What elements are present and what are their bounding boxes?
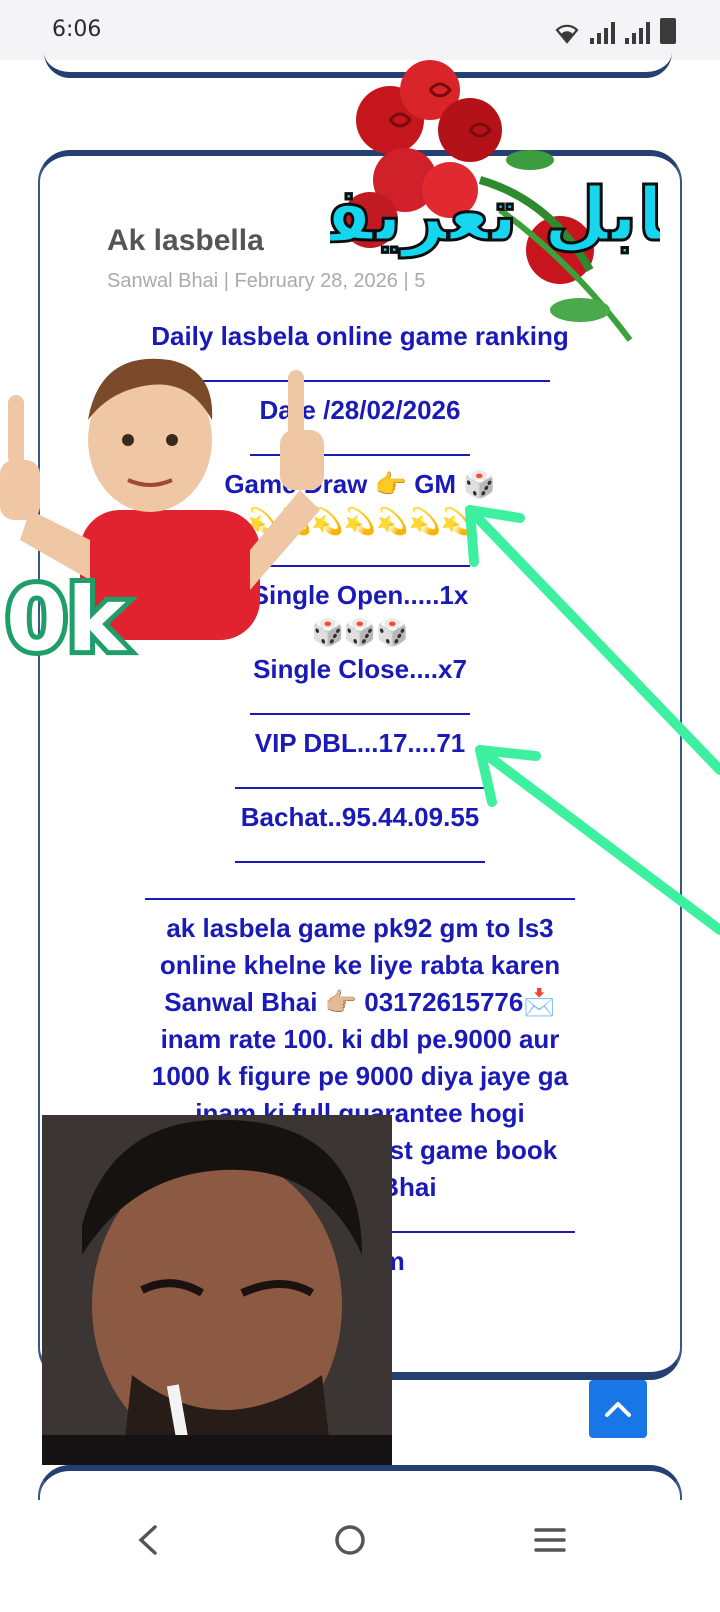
menu-button[interactable]: [520, 1510, 580, 1570]
man-sticker: [42, 1115, 392, 1465]
back-button[interactable]: [118, 1510, 178, 1570]
back-icon: [138, 1525, 157, 1555]
roses-image: قابل تعریف: [285, 60, 715, 342]
home-icon: [335, 1525, 365, 1555]
chevron-up-icon: [605, 1402, 631, 1417]
menu-icon: [534, 1528, 566, 1552]
post-line: inam rate 100. ki dbl pe.9000 aur: [160, 1024, 560, 1054]
roses-sticker: قابل تعریف: [285, 40, 715, 370]
post-line: 1000 k figure pe 9000 diya jaye ga: [151, 1061, 569, 1091]
status-time: 6:06: [52, 17, 102, 42]
annotation-arrows: [465, 505, 720, 935]
post-title[interactable]: Ak lasbella: [107, 224, 264, 258]
post-line: Sanwal Bhai 👉🏼 03172615776📩: [164, 987, 556, 1017]
arrow-lower: [475, 745, 720, 935]
ok-sticker: 0k: [0, 560, 140, 676]
roses-caption: قابل تعریف: [330, 172, 660, 258]
man-image: [42, 1115, 392, 1465]
home-button[interactable]: [320, 1510, 380, 1570]
arrow-upper: [465, 505, 720, 775]
ok-caption: 0k: [6, 568, 128, 670]
scroll-to-top-button[interactable]: [589, 1380, 647, 1438]
